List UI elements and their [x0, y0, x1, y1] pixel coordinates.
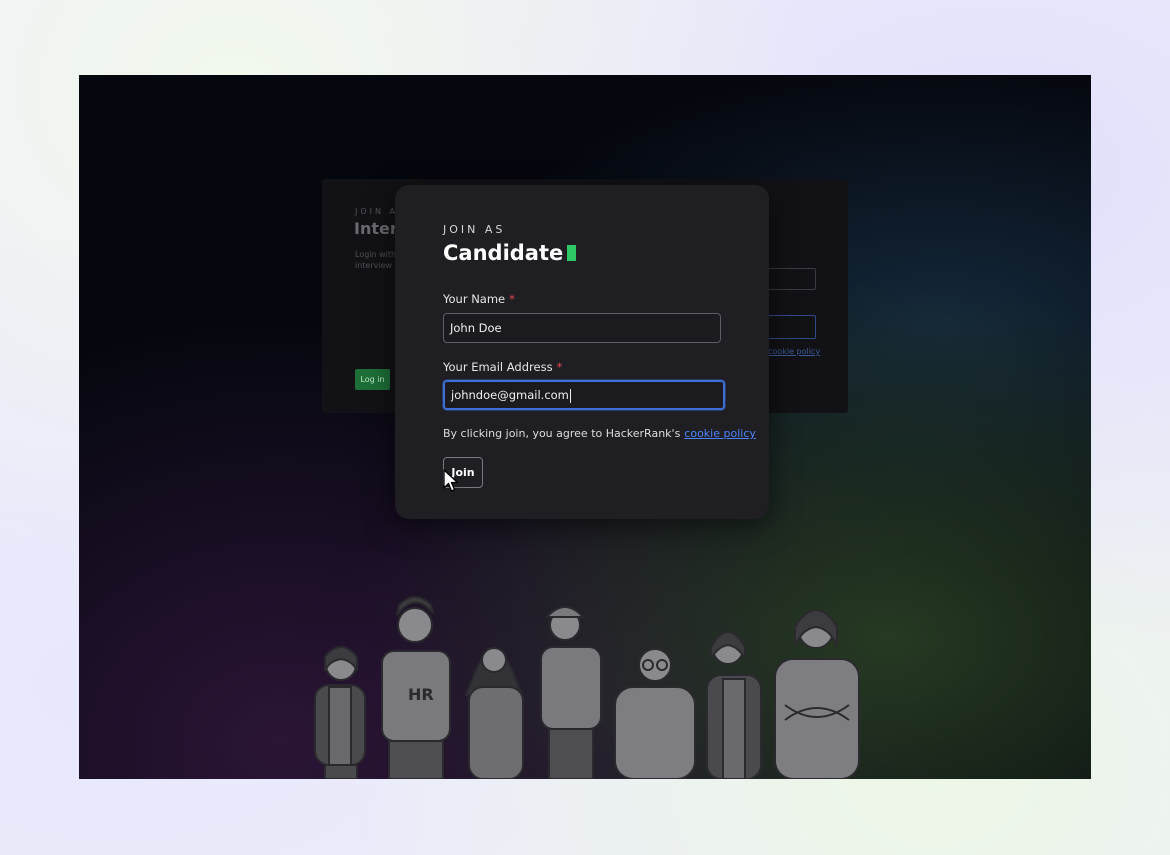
person-figure	[614, 648, 696, 779]
dialog-eyebrow: JOIN AS	[443, 223, 506, 236]
person-figure	[540, 606, 602, 779]
person-figure	[774, 609, 860, 779]
consent-text-body: By clicking join, you agree to HackerRan…	[443, 427, 681, 440]
email-input[interactable]: johndoe@gmail.com	[443, 380, 725, 410]
name-label-text: Your Name	[443, 292, 506, 306]
mouse-pointer-icon	[443, 469, 459, 492]
name-label: Your Name *	[443, 292, 515, 306]
consent-text: By clicking join, you agree to HackerRan…	[443, 427, 756, 440]
dialog-title: Candidate	[443, 241, 577, 265]
person-figure	[464, 647, 524, 779]
required-marker: *	[556, 360, 563, 374]
email-label: Your Email Address *	[443, 360, 562, 374]
dialog-title-text: Candidate	[443, 241, 564, 265]
email-label-text: Your Email Address	[443, 360, 553, 374]
cookie-policy-link[interactable]: cookie policy	[684, 427, 756, 440]
email-input-value: johndoe@gmail.com	[451, 388, 569, 402]
cursor-block-icon	[567, 245, 577, 261]
name-input-value: John Doe	[450, 321, 502, 335]
shirt-logo: HR	[408, 685, 434, 704]
app-screen: JOIN AS Interv Login with y interview co…	[79, 75, 1091, 779]
person-figure	[706, 631, 762, 779]
person-figure	[314, 646, 366, 779]
required-marker: *	[509, 292, 515, 306]
text-caret-icon	[569, 388, 571, 403]
name-input[interactable]: John Doe	[443, 313, 721, 343]
